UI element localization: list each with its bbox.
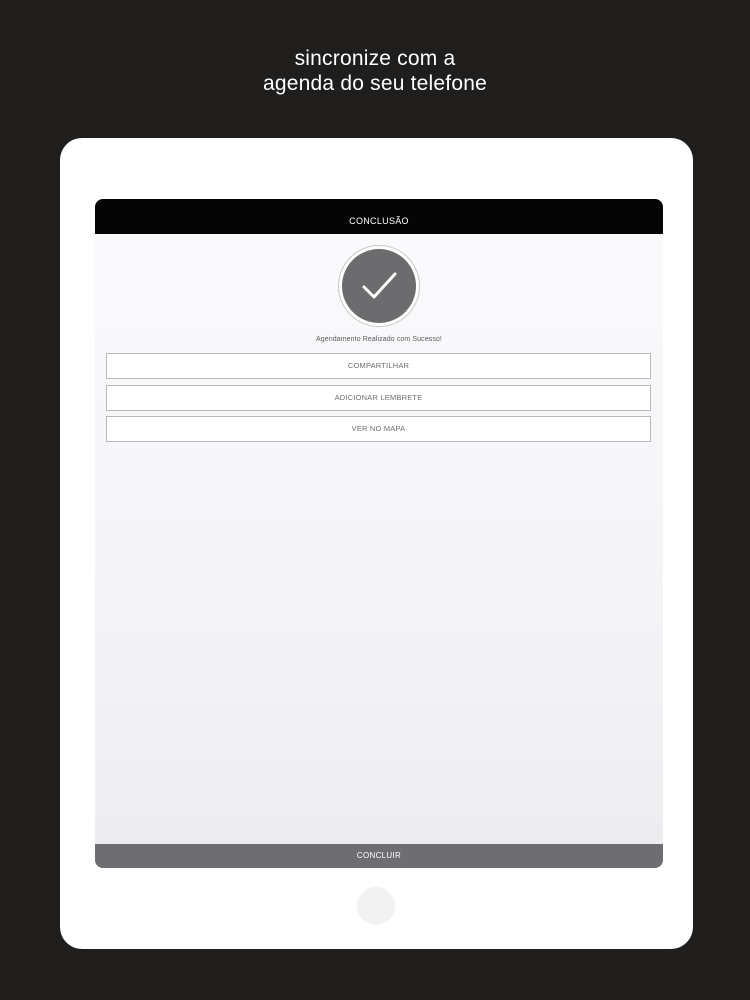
share-button[interactable]: COMPARTILHAR	[106, 353, 651, 379]
success-message: Agendamento Realizado com Sucesso!	[316, 336, 442, 343]
title-bar: CONCLUSÃO	[95, 199, 663, 234]
conclude-button[interactable]: CONCLUIR	[95, 844, 663, 868]
headline-line-1: sincronize com a	[294, 47, 456, 70]
add-reminder-button[interactable]: ADICIONAR LEMBRETE	[106, 385, 651, 411]
tablet-frame: CONCLUSÃO Agendamento Realizado com Suce…	[60, 138, 693, 949]
success-badge	[338, 245, 420, 327]
promo-headline: sincronize com a agenda do seu telefone	[0, 46, 750, 96]
view-on-map-button[interactable]: VER NO MAPA	[106, 416, 651, 442]
headline-line-2: agenda do seu telefone	[263, 72, 487, 95]
home-button[interactable]	[357, 887, 395, 925]
page-title: CONCLUSÃO	[349, 216, 409, 226]
app-screen: CONCLUSÃO Agendamento Realizado com Suce…	[95, 199, 663, 868]
check-icon	[342, 249, 416, 323]
